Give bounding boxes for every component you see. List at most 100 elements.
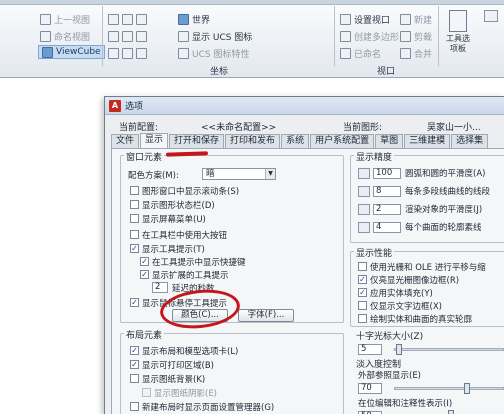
tooltip-delay-input[interactable]: 2 (152, 282, 168, 293)
ucs-x-icon (136, 13, 147, 25)
create-polygon-viewport-button[interactable]: 创建多边形 (340, 29, 399, 43)
display-resolution-label: 显示精度 (354, 150, 395, 163)
checkmark-icon[interactable]: ✓ (140, 270, 149, 279)
crosshair-slider-thumb[interactable] (396, 344, 402, 355)
checkmark-icon[interactable]: ✓ (130, 360, 139, 369)
viewport-icon (340, 13, 351, 25)
checkmark-icon[interactable]: ✓ (358, 288, 367, 297)
ucs-z-icon (122, 47, 133, 59)
arc-icon (358, 167, 370, 179)
tab-user-preferences[interactable]: 用户系统配置 (310, 134, 375, 148)
checkbox-box[interactable] (130, 214, 139, 223)
checkbox-screen-menu[interactable]: 显示屏幕菜单(U) (130, 213, 206, 225)
checkmark-icon[interactable]: ✓ (358, 275, 367, 284)
set-viewport-button[interactable]: 设置视口 (340, 12, 390, 26)
checkmark-icon[interactable]: ✓ (130, 346, 139, 355)
checkbox-box[interactable] (130, 230, 139, 239)
color-scheme-select[interactable]: 暗 ▼ (202, 168, 276, 180)
tab-plot-publish[interactable]: 打印和发布 (225, 134, 281, 148)
display-performance-label: 显示性能 (354, 246, 395, 259)
tab-display[interactable]: 显示 (140, 133, 169, 148)
render-smoothness-input[interactable]: 2 (373, 203, 401, 215)
ucs-icon-properties-button[interactable]: UCS 图标特性 (178, 46, 249, 60)
current-profile-label: 当前配置: (119, 123, 159, 133)
checkbox-layout-tabs[interactable]: ✓ 显示布局和模型选项卡(L) (130, 345, 238, 357)
fonts-button[interactable]: 字体(F)... (238, 309, 294, 322)
ucs-properties-icon (178, 47, 189, 59)
checkbox-extended-tooltips[interactable]: ✓ 显示扩展的工具提示 (140, 269, 229, 281)
checkbox-box[interactable] (130, 186, 139, 195)
named-view-icon (40, 30, 51, 42)
tab-3d-modeling[interactable]: 三维建模 (404, 134, 451, 148)
prev-view-button[interactable]: 上一视图 (40, 12, 90, 26)
new-viewport-button[interactable]: 新建 (400, 12, 432, 26)
tab-drafting[interactable]: 草图 (375, 134, 404, 148)
show-ucs-icon-button[interactable]: 显示 UCS 图标 (178, 29, 252, 43)
xref-display-row: 70 (358, 382, 386, 394)
checkbox-box[interactable] (130, 374, 139, 383)
arc-smoothness-input[interactable]: 100 (373, 167, 401, 179)
panel-title-coordinates: 坐标 (209, 67, 228, 77)
dialog-titlebar[interactable]: A 选项 (105, 97, 504, 115)
tab-selection[interactable]: 选择集 (451, 134, 489, 148)
checkbox-printable-area[interactable]: ✓ 显示可打印区域(B) (130, 359, 214, 371)
xref-fade-slider[interactable] (394, 387, 504, 390)
checkbox-highlight-raster-frame[interactable]: ✓ 仅亮显光栅图像边框(R) (358, 274, 459, 286)
named-view-button[interactable]: 命名视图 (40, 29, 90, 43)
tab-open-save[interactable]: 打开和保存 (169, 134, 225, 148)
surface-icon (358, 221, 370, 233)
checkbox-paper-background[interactable]: 显示图纸背景(K) (130, 373, 205, 385)
checkmark-icon[interactable]: ✓ (130, 298, 139, 307)
checkbox-status-bar[interactable]: 显示图形状态栏(D) (130, 199, 215, 211)
named-viewports-button[interactable]: 已命名 (340, 46, 381, 60)
crosshair-size-input[interactable]: 5 (358, 343, 382, 355)
checkbox-page-setup-manager[interactable]: 新建布局时显示页面设置管理器(G) (130, 401, 274, 413)
ucs-tool-group-1[interactable] (108, 12, 150, 26)
inplace-slider-thumb[interactable] (448, 410, 454, 414)
xref-slider-thumb[interactable] (464, 383, 470, 394)
contour-lines-input[interactable]: 4 (373, 221, 401, 233)
checkbox-box[interactable] (358, 314, 367, 323)
xref-display-input[interactable]: 70 (358, 382, 382, 394)
polyline-segments-input[interactable]: 8 (373, 185, 401, 197)
ribbon-separator (102, 6, 103, 66)
ucs-tool-group-3[interactable] (108, 46, 150, 60)
checkbox-box (142, 388, 151, 397)
world-ucs-select[interactable]: 世界 (178, 12, 210, 26)
polyline-icon (358, 185, 370, 197)
checkbox-box[interactable] (130, 200, 139, 209)
current-drawing-value: 吴家山一小... (427, 123, 481, 133)
checkmark-icon[interactable]: ✓ (130, 244, 139, 253)
ucs-icon (108, 13, 119, 25)
checkbox-box[interactable] (358, 262, 367, 271)
checkbox-true-silhouettes[interactable]: 绘制实体和曲面的真实轮廓 (358, 313, 472, 325)
join-viewport-button[interactable]: 合并 (400, 46, 432, 60)
checkbox-large-buttons[interactable]: 在工具栏中使用大按钮 (130, 229, 227, 241)
checkbox-scrollbars[interactable]: 图形窗口中显示滚动条(S) (130, 185, 239, 197)
inplace-edit-input[interactable]: 50 (358, 410, 382, 414)
ucs-tool-group-2[interactable] (108, 29, 150, 43)
tab-system[interactable]: 系统 (281, 134, 310, 148)
named-viewport-icon (340, 47, 351, 59)
clip-viewport-button[interactable]: 剪裁 (400, 29, 432, 43)
checkbox-box[interactable] (130, 402, 139, 411)
tab-files[interactable]: 文件 (111, 134, 140, 148)
ucs-face-icon (108, 47, 119, 59)
tool-palette-button[interactable]: 工具选项板 (444, 10, 472, 60)
checkbox-raster-ole-pan[interactable]: 使用光栅和 OLE 进行平移与缩 (358, 261, 486, 273)
viewcube-toggle[interactable]: ViewCube (38, 45, 105, 59)
crosshair-size-slider[interactable] (394, 348, 504, 351)
checkbox-solid-fill[interactable]: ✓ 应用实体填充(Y) (358, 287, 433, 299)
checkbox-tooltip-shortcuts[interactable]: ✓ 在工具提示中显示快捷键 (140, 256, 246, 268)
autocad-logo-icon: A (109, 99, 121, 112)
ribbon-extra-button[interactable] (478, 10, 504, 34)
options-tabs: 文件 显示 打开和保存 打印和发布 系统 用户系统配置 草图 三维建模 选择集 (111, 133, 489, 148)
checkbox-box[interactable] (358, 301, 367, 310)
checkmark-icon[interactable]: ✓ (140, 257, 149, 266)
viewcube-icon (42, 46, 53, 58)
checkbox-text-boundary[interactable]: 仅显示文字边框(X) (358, 300, 442, 312)
ribbon: 上一视图 命名视图 ViewCube 世界 显示 UCS 图标 UCS 图标特性 (0, 0, 504, 78)
ucs-zaxis-icon (136, 47, 147, 59)
checkbox-show-tooltips[interactable]: ✓ 显示工具提示(T) (130, 243, 205, 255)
dialog-title: 选项 (125, 102, 144, 112)
